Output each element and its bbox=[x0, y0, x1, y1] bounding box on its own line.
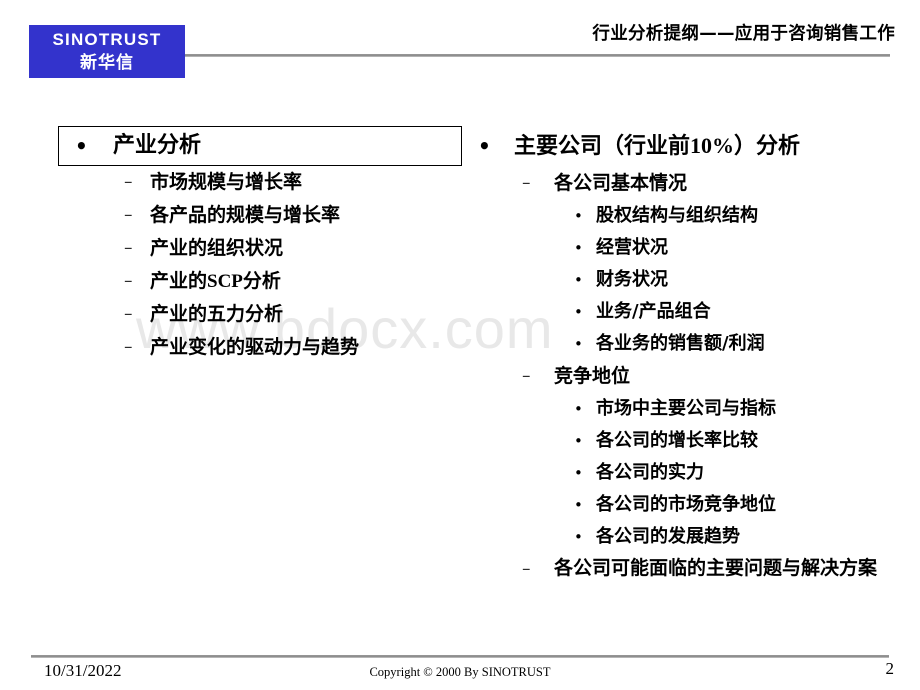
list-item-label: 各公司的市场竞争地位 bbox=[596, 494, 776, 515]
left-column-heading-label: 产业分析 bbox=[113, 133, 202, 158]
list-item: • 各公司的发展趋势 bbox=[470, 521, 900, 553]
left-column-heading: • 产业分析 bbox=[59, 127, 461, 165]
list-item-label: 产业的组织状况 bbox=[150, 237, 284, 259]
bullet-icon: • bbox=[574, 464, 583, 482]
bullet-icon: • bbox=[574, 528, 583, 546]
bullet-icon: • bbox=[574, 239, 583, 257]
dash-icon: – bbox=[124, 304, 133, 324]
bullet-icon: • bbox=[574, 303, 583, 321]
list-item-group-header: – 各公司基本情况 bbox=[470, 167, 900, 200]
list-item-label: 经营状况 bbox=[596, 237, 668, 258]
dash-icon: – bbox=[124, 172, 133, 192]
page-number: 2 bbox=[885, 659, 895, 678]
list-item: • 各公司的实力 bbox=[470, 457, 900, 489]
list-item-label: 股权结构与组织结构 bbox=[596, 205, 758, 226]
right-column-heading-percent: 10% bbox=[690, 133, 735, 158]
list-item: – 各产品的规模与增长率 bbox=[58, 199, 462, 232]
list-item-label: 各公司基本情况 bbox=[554, 172, 688, 194]
bullet-icon: • bbox=[574, 400, 583, 418]
sinotrust-logo: SINOTRUST 新华信 bbox=[29, 25, 185, 78]
list-item: • 各公司的增长率比较 bbox=[470, 425, 900, 457]
list-item: • 经营状况 bbox=[470, 232, 900, 264]
bullet-icon: • bbox=[574, 496, 583, 514]
list-item-label: 产业的五力分析 bbox=[150, 303, 284, 325]
list-item: • 各公司的市场竞争地位 bbox=[470, 489, 900, 521]
dash-icon: – bbox=[522, 173, 531, 193]
bullet-icon: • bbox=[478, 134, 491, 158]
right-content-column: • 主要公司（行业前10%）分析 – 各公司基本情况 • 股权结构与组织结构 •… bbox=[470, 126, 900, 584]
list-item-label: 财务状况 bbox=[596, 269, 668, 290]
dash-icon: – bbox=[124, 238, 133, 258]
list-item: – 产业变化的驱动力与趋势 bbox=[58, 331, 462, 364]
list-item: • 业务/产品组合 bbox=[470, 296, 900, 328]
list-item-label: 各产品的规模与增长率 bbox=[150, 204, 341, 226]
dash-icon: – bbox=[124, 271, 133, 291]
left-content-column: • 产业分析 – 市场规模与增长率 – 各产品的规模与增长率 – 产业的组织状况… bbox=[58, 126, 462, 364]
list-item-label: 市场规模与增长率 bbox=[150, 171, 303, 193]
list-item-group-header: – 竞争地位 bbox=[470, 360, 900, 393]
page-title: 行业分析提纲——应用于咨询销售工作 bbox=[592, 24, 895, 44]
bullet-icon: • bbox=[75, 134, 88, 158]
right-column-heading-prefix: 主要公司（行业前 bbox=[514, 134, 691, 159]
list-item-label: 各公司可能面临的主要问题与解决方案 bbox=[554, 557, 878, 579]
list-item-label: 各公司的发展趋势 bbox=[596, 526, 740, 547]
list-item-label: 市场中主要公司与指标 bbox=[596, 398, 776, 419]
list-item: • 市场中主要公司与指标 bbox=[470, 393, 900, 425]
list-item-label: 各公司的实力 bbox=[596, 462, 704, 483]
footer-divider bbox=[31, 655, 889, 658]
industry-analysis-title-box: • 产业分析 bbox=[58, 126, 462, 166]
list-item: – 市场规模与增长率 bbox=[58, 166, 462, 199]
logo-english-text: SINOTRUST bbox=[52, 30, 162, 49]
list-item-label-prefix: 产业的 bbox=[150, 270, 208, 292]
bullet-icon: • bbox=[574, 207, 583, 225]
footer-copyright: Copyright © 2000 By SINOTRUST bbox=[369, 665, 551, 679]
list-item-label: 各公司的增长率比较 bbox=[596, 430, 758, 451]
bullet-icon: • bbox=[574, 432, 583, 450]
list-item: • 各业务的销售额/利润 bbox=[470, 328, 900, 360]
list-item-label: 竞争地位 bbox=[554, 365, 631, 387]
list-item-label-suffix: 分析 bbox=[242, 270, 281, 292]
list-item: – 产业的组织状况 bbox=[58, 232, 462, 265]
slide: SINOTRUST 新华信 行业分析提纲——应用于咨询销售工作 www.bdoc… bbox=[0, 0, 920, 690]
list-item: – 产业的五力分析 bbox=[58, 298, 462, 331]
list-item: • 财务状况 bbox=[470, 264, 900, 296]
bullet-icon: • bbox=[574, 271, 583, 289]
list-item-label: 业务/产品组合 bbox=[596, 301, 711, 322]
list-item-label: 产业变化的驱动力与趋势 bbox=[150, 336, 360, 358]
list-item: – 产业的SCP分析 bbox=[58, 265, 462, 298]
dash-icon: – bbox=[522, 559, 531, 579]
right-column-heading-suffix: ）分析 bbox=[734, 134, 801, 159]
list-item-label: 各业务的销售额/利润 bbox=[596, 333, 765, 354]
list-item: • 股权结构与组织结构 bbox=[470, 200, 900, 232]
header-divider bbox=[185, 54, 890, 57]
dash-icon: – bbox=[522, 366, 531, 386]
right-column-heading: • 主要公司（行业前10%）分析 bbox=[470, 126, 900, 167]
dash-icon: – bbox=[124, 337, 133, 357]
list-item-group-header: – 各公司可能面临的主要问题与解决方案 bbox=[470, 553, 900, 584]
dash-icon: – bbox=[124, 205, 133, 225]
list-item-label-acronym: SCP bbox=[207, 271, 243, 292]
bullet-icon: • bbox=[574, 335, 583, 353]
logo-chinese-text: 新华信 bbox=[80, 53, 134, 73]
